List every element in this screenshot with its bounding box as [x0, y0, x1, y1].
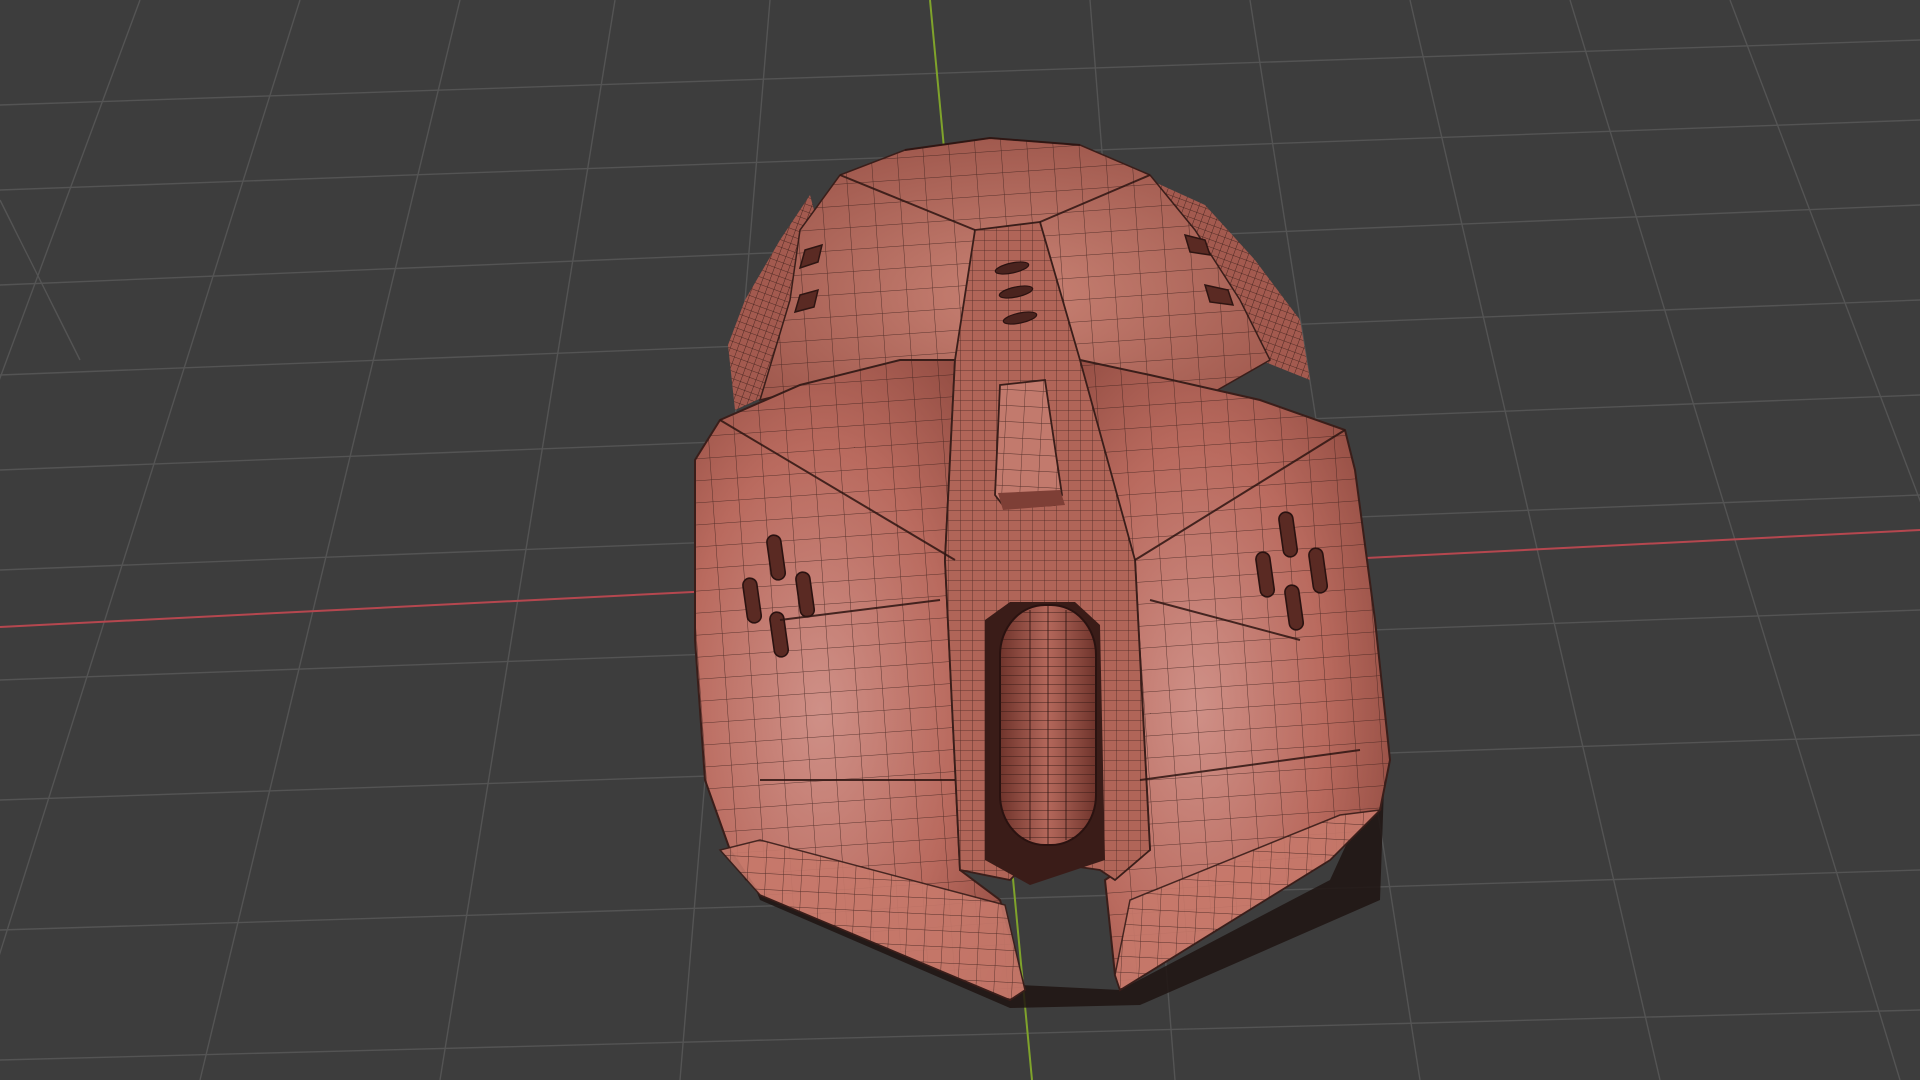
mouse-mesh-icon[interactable]: [694, 136, 1392, 1008]
viewport-canvas[interactable]: [0, 0, 1920, 1080]
3d-viewport[interactable]: [0, 0, 1920, 1080]
